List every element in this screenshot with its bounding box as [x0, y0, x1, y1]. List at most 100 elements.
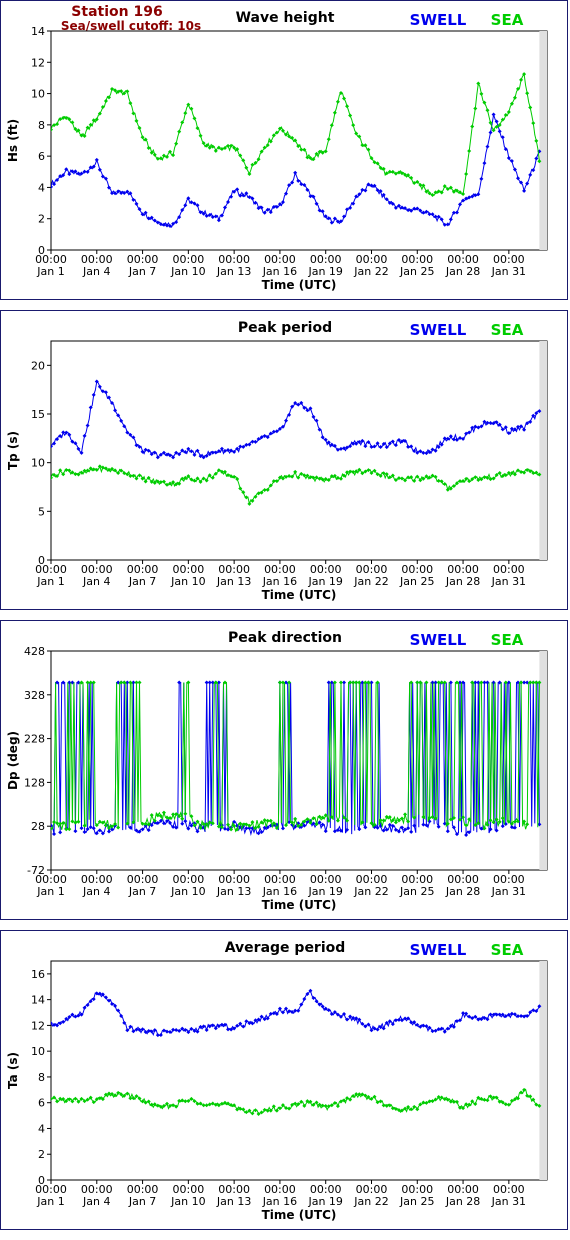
x-tick-date: Jan 4 [82, 885, 110, 898]
y-tick-label: 428 [24, 645, 45, 658]
y-tick-label: 4 [38, 181, 45, 194]
x-axis-label: Time (UTC) [262, 1208, 337, 1222]
x-tick-date: Jan 10 [170, 575, 205, 588]
y-tick-label: 228 [24, 733, 45, 746]
x-tick-date: Jan 25 [399, 885, 434, 898]
legend-sea: SEA [491, 941, 524, 959]
chart-title: Peak period [238, 320, 332, 336]
x-axis-label: Time (UTC) [262, 898, 337, 912]
x-tick-date: Jan 25 [399, 575, 434, 588]
x-tick-date: Jan 13 [216, 885, 251, 898]
y-tick-label: 2 [38, 213, 45, 226]
plot-shaded-region [539, 651, 547, 870]
x-tick-date: Jan 31 [491, 1195, 526, 1208]
legend-sea: SEA [491, 321, 524, 339]
legend-swell: SWELL [410, 11, 467, 29]
chart-title: Average period [225, 940, 346, 956]
x-tick-date: Jan 31 [491, 885, 526, 898]
y-tick-label: 16 [31, 968, 45, 981]
y-tick-label: 15 [31, 408, 45, 421]
x-tick-date: Jan 1 [36, 885, 64, 898]
y-tick-label: 20 [31, 359, 45, 372]
y-tick-label: 12 [31, 56, 45, 69]
x-tick-date: Jan 25 [399, 1195, 434, 1208]
x-tick-date: Jan 10 [170, 885, 205, 898]
x-tick-date: Jan 25 [399, 265, 434, 278]
y-tick-label: 14 [31, 25, 45, 38]
x-tick-date: Jan 22 [353, 575, 388, 588]
legend-sea: SEA [491, 631, 524, 649]
x-tick-date: Jan 22 [353, 265, 388, 278]
y-axis-label: Ta (s) [6, 1052, 20, 1089]
x-tick-date: Jan 16 [262, 575, 297, 588]
y-tick-label: 28 [31, 820, 45, 833]
peak-direction-chart: Peak direction SWELL SEA-7228128228328428D… [6, 630, 548, 912]
y-tick-label: 14 [31, 994, 45, 1007]
plot-shaded-region [539, 31, 547, 250]
chart-panel-wave-height: Station 196 Sea/swell cutoff: 10s Wave h… [0, 0, 568, 300]
x-tick-date: Jan 31 [491, 575, 526, 588]
x-tick-date: Jan 1 [36, 265, 64, 278]
x-tick-date: Jan 28 [445, 885, 480, 898]
y-tick-label: 8 [38, 119, 45, 132]
x-tick-date: Jan 7 [128, 265, 156, 278]
x-tick-date: Jan 1 [36, 1195, 64, 1208]
x-axis-label: Time (UTC) [262, 588, 337, 602]
y-tick-label: 10 [31, 88, 45, 101]
chart-title: Peak direction [228, 630, 342, 646]
y-tick-label: 5 [38, 505, 45, 518]
x-tick-date: Jan 4 [82, 1195, 110, 1208]
x-tick-date: Jan 13 [216, 265, 251, 278]
wave-height-chart: Station 196 Sea/swell cutoff: 10s Wave h… [6, 4, 548, 292]
x-tick-date: Jan 19 [307, 575, 342, 588]
x-tick-date: Jan 22 [353, 1195, 388, 1208]
y-tick-label: 6 [38, 150, 45, 163]
y-axis-label: Dp (deg) [6, 731, 20, 790]
x-tick-date: Jan 7 [128, 1195, 156, 1208]
y-tick-label: 328 [24, 689, 45, 702]
chart-title: Wave height [236, 10, 335, 26]
y-axis-label: Tp (s) [6, 431, 20, 470]
y-tick-label: 10 [31, 457, 45, 470]
x-tick-date: Jan 1 [36, 575, 64, 588]
x-tick-date: Jan 16 [262, 1195, 297, 1208]
legend-swell: SWELL [410, 321, 467, 339]
x-tick-date: Jan 10 [170, 1195, 205, 1208]
legend-swell: SWELL [410, 941, 467, 959]
y-tick-label: 10 [31, 1045, 45, 1058]
x-tick-date: Jan 16 [262, 885, 297, 898]
station-title: Station 196 [71, 4, 162, 20]
x-tick-date: Jan 19 [307, 1195, 342, 1208]
x-tick-date: Jan 28 [445, 575, 480, 588]
plot-shaded-region [539, 961, 547, 1180]
x-tick-date: Jan 13 [216, 575, 251, 588]
y-tick-label: 12 [31, 1019, 45, 1032]
plot-shaded-region [539, 341, 547, 560]
chart-panel-peak-period: Peak period SWELL SEA 0 5 10 15 20 Tp (s) 00:00 Ja… [0, 310, 568, 610]
y-tick-label: 4 [38, 1122, 45, 1135]
x-tick-date: Jan 28 [445, 1195, 480, 1208]
x-tick-date: Jan 7 [128, 575, 156, 588]
x-tick-date: Jan 19 [307, 885, 342, 898]
x-axis-label: Time (UTC) [262, 278, 337, 292]
x-tick-date: Jan 10 [170, 265, 205, 278]
y-axis-label: Hs (ft) [6, 119, 20, 162]
plot-area [50, 340, 548, 561]
x-tick-date: Jan 31 [491, 265, 526, 278]
y-tick-label: 2 [38, 1148, 45, 1161]
y-tick-label: 6 [38, 1097, 45, 1110]
y-tick-label: 8 [38, 1071, 45, 1084]
legend-sea: SEA [491, 11, 524, 29]
x-tick-date: Jan 4 [82, 265, 110, 278]
y-tick-label: 128 [24, 776, 45, 789]
chart-panel-peak-direction: Peak direction SWELL SEA -72 28 128 228 328 428 D… [0, 620, 568, 920]
chart-panel-average-period: Average period SWELL SEA 0 2 4 6 8 10 12 14 16 Ta (s… [0, 930, 568, 1230]
x-tick-date: Jan 19 [307, 265, 342, 278]
peak-period-chart: Peak period SWELL SEA05101520Tp (s)00:00Ja… [6, 320, 548, 602]
x-tick-date: Jan 7 [128, 885, 156, 898]
average-period-chart: Average period SWELL SEA0246810121416Ta (s… [6, 940, 548, 1222]
legend-swell: SWELL [410, 631, 467, 649]
x-tick-date: Jan 4 [82, 575, 110, 588]
x-tick-date: Jan 22 [353, 885, 388, 898]
plot-area [50, 960, 548, 1181]
